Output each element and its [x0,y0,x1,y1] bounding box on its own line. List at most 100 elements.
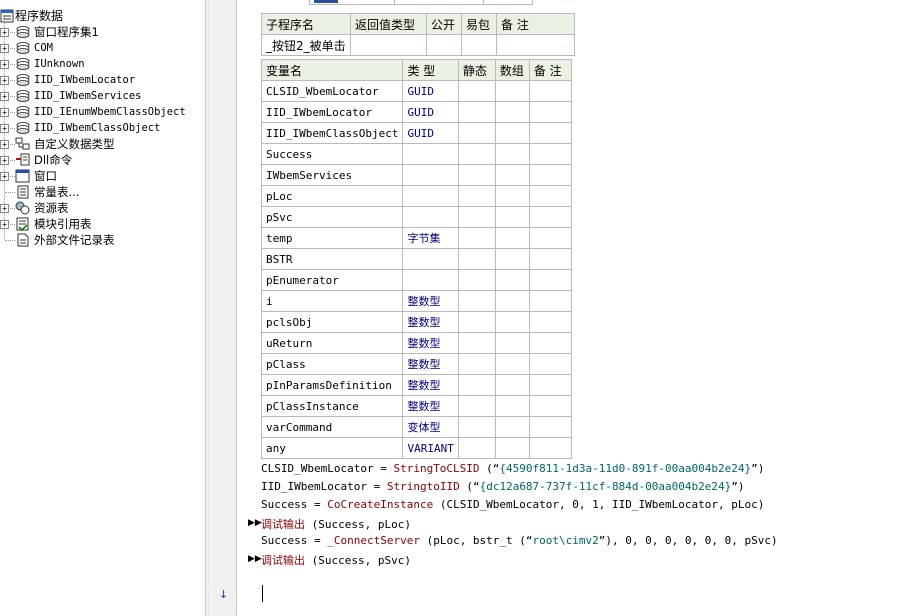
panel-splitter[interactable] [205,0,210,616]
variable-type-cell[interactable]: 整数型 [402,290,459,312]
tree-item[interactable]: 外部文件记录表 [0,232,205,248]
variable-type-cell[interactable] [402,269,459,291]
variable-name-cell[interactable]: pClass [260,353,404,375]
variable-type-cell[interactable]: 整数型 [402,353,459,375]
variable-note-cell[interactable] [528,185,572,207]
variable-type-cell[interactable]: GUID [402,101,459,123]
variable-type-cell[interactable] [402,185,459,207]
variable-name-cell[interactable]: CLSID_WbemLocator [260,80,404,102]
variable-row[interactable]: pLoc [260,185,572,207]
variable-static-cell[interactable] [457,437,496,459]
variable-note-cell[interactable] [528,332,572,354]
variable-array-cell[interactable] [494,311,530,333]
variable-name-cell[interactable]: i [260,290,404,312]
variable-row[interactable]: varCommand 变体型 [260,416,572,438]
variable-static-cell[interactable] [457,311,496,333]
variable-static-cell[interactable] [457,395,496,417]
tree-item[interactable]: + IID_IWbemClassObject [0,120,205,136]
variable-static-cell[interactable] [457,164,496,186]
variable-type-cell[interactable]: 整数型 [402,395,459,417]
code-line-1[interactable]: CLSID_WbemLocator = StringToCLSID (“{459… [261,462,764,475]
variable-name-cell[interactable]: pClassInstance [260,395,404,417]
easy-pkg-cell[interactable] [461,34,497,56]
variable-array-cell[interactable] [494,395,530,417]
expand-icon[interactable]: + [0,220,9,229]
variable-array-cell[interactable] [494,122,530,144]
variable-row[interactable]: i 整数型 [260,290,572,312]
variable-array-cell[interactable] [494,269,530,291]
variable-array-cell[interactable] [494,374,530,396]
expand-icon[interactable]: + [0,172,9,181]
variable-type-cell[interactable]: 整数型 [402,374,459,396]
variable-static-cell[interactable] [457,269,496,291]
variable-note-cell[interactable] [528,353,572,375]
variable-row[interactable]: uReturn 整数型 [260,332,572,354]
variable-note-cell[interactable] [528,437,572,459]
tree-item[interactable]: + 资源表 [0,200,205,216]
variable-array-cell[interactable] [494,290,530,312]
variable-row[interactable]: IID_IWbemLocator GUID [260,101,572,123]
variable-row[interactable]: IID_IWbemClassObject GUID [260,122,572,144]
code-line-3[interactable]: Success = CoCreateInstance (CLSID_WbemLo… [261,498,764,511]
expand-icon[interactable]: + [0,108,9,117]
code-line-6[interactable]: 调试输出 (Success, pSvc) [261,552,411,568]
variable-row[interactable]: Success [260,143,572,165]
code-editor[interactable]: 子程序名 返回值类型 公开 易包 备 注 _按钮2_被单击 变量名 类 型 静态… [237,0,902,616]
variable-row[interactable]: temp 字节集 [260,227,572,249]
variable-array-cell[interactable] [494,206,530,228]
expand-icon[interactable]: + [0,28,9,37]
variable-note-cell[interactable] [528,122,572,144]
variable-type-cell[interactable] [402,248,459,270]
variable-static-cell[interactable] [457,185,496,207]
variable-note-cell[interactable] [528,374,572,396]
variable-name-cell[interactable]: any [260,437,404,459]
variable-type-cell[interactable]: 整数型 [402,311,459,333]
variable-static-cell[interactable] [457,353,496,375]
code-line-5[interactable]: Success = _ConnectServer (pLoc, bstr_t (… [261,534,778,547]
variable-row[interactable]: any VARIANT [260,437,572,459]
variable-type-cell[interactable]: VARIANT [402,437,459,459]
variable-array-cell[interactable] [494,332,530,354]
variable-static-cell[interactable] [457,80,496,102]
variable-type-cell[interactable]: GUID [402,122,459,144]
variable-name-cell[interactable]: IWbemServices [260,164,404,186]
expand-icon[interactable]: + [0,76,9,85]
variable-array-cell[interactable] [494,185,530,207]
tree-item[interactable]: + 自定义数据类型 [0,136,205,152]
breakpoint-marker-icon[interactable]: ▶▶ [248,554,262,564]
variable-type-cell[interactable] [402,206,459,228]
variable-array-cell[interactable] [494,437,530,459]
variable-static-cell[interactable] [457,143,496,165]
variable-note-cell[interactable] [528,269,572,291]
variable-static-cell[interactable] [457,374,496,396]
code-line-4[interactable]: 调试输出 (Success, pLoc) [261,516,411,532]
variable-note-cell[interactable] [528,248,572,270]
expand-icon[interactable]: + [0,60,9,69]
variable-note-cell[interactable] [528,227,572,249]
variable-type-cell[interactable] [402,143,459,165]
public-cell[interactable] [426,34,462,56]
variable-static-cell[interactable] [457,248,496,270]
tree-item[interactable]: + 窗口 [0,168,205,184]
note-cell[interactable] [496,34,575,56]
variable-note-cell[interactable] [528,416,572,438]
variable-static-cell[interactable] [457,122,496,144]
variable-name-cell[interactable]: pLoc [260,185,404,207]
variable-row[interactable]: pclsObj 整数型 [260,311,572,333]
variable-array-cell[interactable] [494,143,530,165]
variable-name-cell[interactable]: BSTR [260,248,404,270]
variable-name-cell[interactable]: pInParamsDefinition [260,374,404,396]
variable-row[interactable]: pClassInstance 整数型 [260,395,572,417]
variable-type-cell[interactable] [402,164,459,186]
variable-array-cell[interactable] [494,101,530,123]
tree-item[interactable]: + Dll命令 [0,152,205,168]
variable-row[interactable]: BSTR [260,248,572,270]
breakpoint-marker-icon[interactable]: ▶▶ [248,518,262,528]
variable-note-cell[interactable] [528,206,572,228]
variable-name-cell[interactable]: Success [260,143,404,165]
tree-item[interactable]: + IID_IWbemServices [0,88,205,104]
variable-row[interactable]: IWbemServices [260,164,572,186]
variable-note-cell[interactable] [528,290,572,312]
variable-array-cell[interactable] [494,80,530,102]
variable-type-cell[interactable]: GUID [402,80,459,102]
